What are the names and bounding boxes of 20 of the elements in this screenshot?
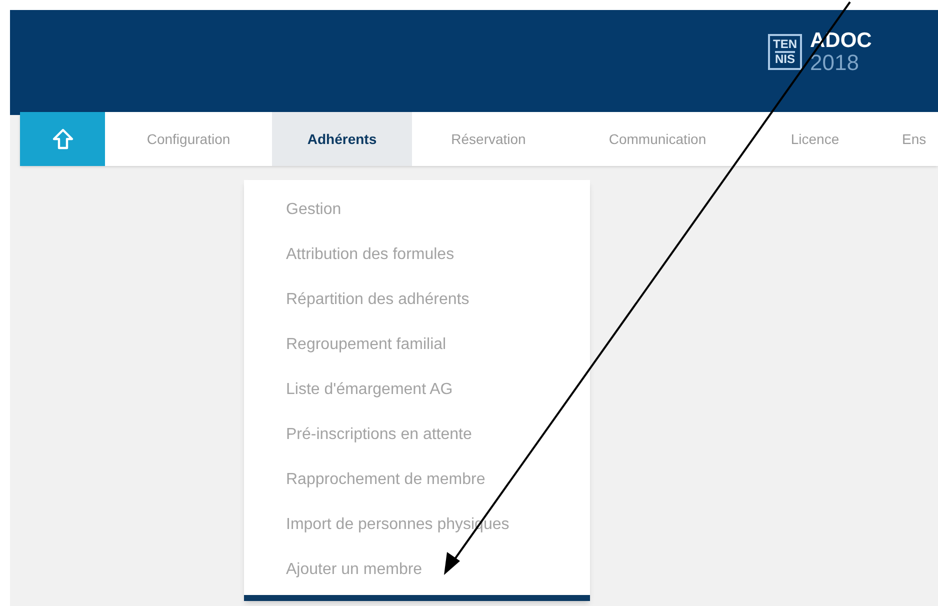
menu-item[interactable]: Répartition des adhérents xyxy=(244,288,590,333)
menu-item[interactable]: Liste d'émargement AG xyxy=(244,378,590,423)
app-year: 2018 xyxy=(810,52,860,74)
menu-item[interactable]: Ajouter un membre xyxy=(244,558,590,603)
logo-text: TEN xyxy=(773,38,797,51)
nav-tab[interactable]: Communication xyxy=(565,112,750,166)
nav-tab[interactable]: Ens xyxy=(880,112,938,166)
menu-item[interactable]: Attribution des formules xyxy=(244,243,590,288)
nav-tab[interactable]: Licence xyxy=(750,112,880,166)
menu-item[interactable]: Regroupement familial xyxy=(244,333,590,378)
menu-item[interactable]: Pré-inscriptions en attente xyxy=(244,423,590,468)
home-icon xyxy=(52,128,74,150)
nav-tab[interactable]: Réservation xyxy=(412,112,565,166)
logo-text: NIS xyxy=(774,51,795,66)
nav-tab[interactable]: Adhérents xyxy=(272,112,412,166)
app-name: ADOC xyxy=(810,30,872,52)
nav-tab[interactable]: Configuration xyxy=(105,112,272,166)
menu-item[interactable]: Gestion xyxy=(244,198,590,243)
home-button[interactable] xyxy=(20,112,105,166)
menu-item[interactable]: Rapprochement de membre xyxy=(244,468,590,513)
